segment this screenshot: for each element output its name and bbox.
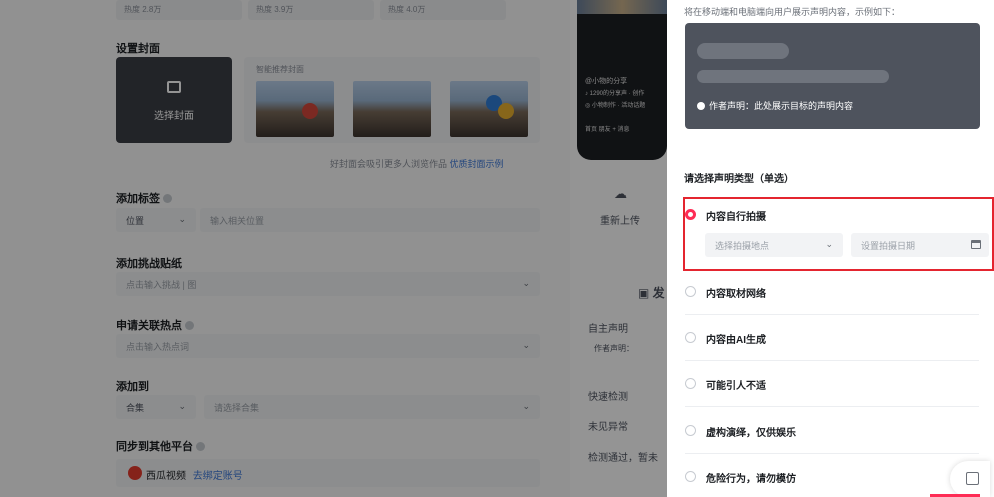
- divider: [685, 406, 979, 407]
- radio-icon[interactable]: [685, 425, 696, 436]
- preview-declaration-label: 作者声明：此处展示目标的声明内容: [709, 101, 854, 111]
- info-icon: [697, 102, 705, 110]
- option-label: 内容由AI生成: [706, 335, 766, 346]
- radio-icon[interactable]: [685, 332, 696, 343]
- declaration-type-title: 请选择声明类型（单选）: [684, 174, 794, 185]
- feedback-button[interactable]: [950, 461, 990, 497]
- edit-icon: [966, 472, 979, 485]
- preview-placeholder-bar: [697, 43, 789, 59]
- declaration-preview-card: 作者声明：此处展示目标的声明内容: [685, 23, 980, 129]
- radio-icon[interactable]: [685, 471, 696, 482]
- radio-icon[interactable]: [685, 378, 696, 389]
- option-label: 内容取材网络: [706, 289, 766, 300]
- radio-icon[interactable]: [685, 286, 696, 297]
- divider: [685, 453, 979, 454]
- option-label: 危险行为，请勿模仿: [706, 474, 796, 485]
- modal-overlay[interactable]: [0, 0, 667, 497]
- option-label: 可能引人不适: [706, 381, 766, 392]
- selected-option-highlight: [683, 197, 994, 271]
- divider: [685, 314, 979, 315]
- divider: [685, 360, 979, 361]
- drawer-intro: 将在移动端和电脑端向用户展示声明内容，示例如下：: [684, 7, 901, 17]
- option-label: 虚构演绎，仅供娱乐: [706, 428, 796, 439]
- preview-placeholder-bar: [697, 70, 889, 83]
- preview-declaration-text: 作者声明：此处展示目标的声明内容: [697, 99, 853, 112]
